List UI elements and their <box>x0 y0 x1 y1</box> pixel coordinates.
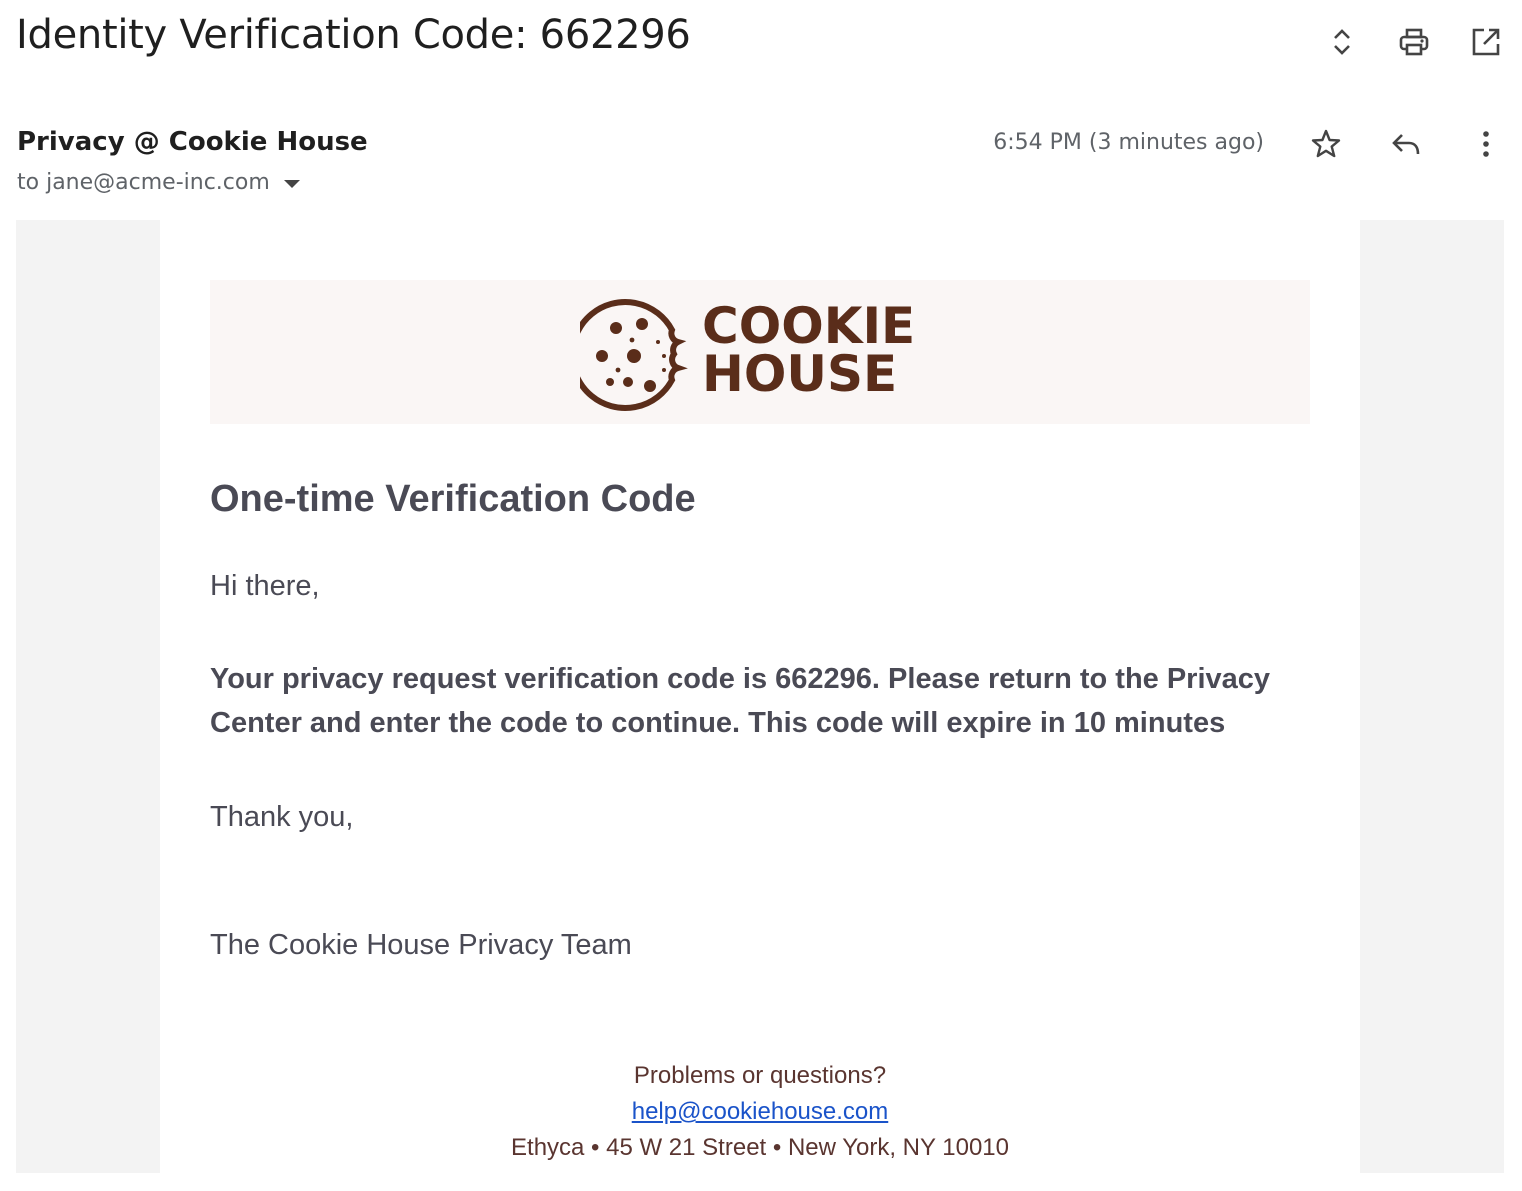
more-options-icon[interactable] <box>1464 122 1508 166</box>
footer-question: Problems or questions? <box>633 1062 887 1089</box>
logo-line-1: COOKIE <box>702 297 916 355</box>
recipient-details-dropdown-icon[interactable] <box>283 180 300 188</box>
brand-banner: COOKIE HOUSE <box>210 280 1310 424</box>
message-actions <box>1304 122 1508 166</box>
email-view: Identity Verification Code: 662296 Priva… <box>0 0 1522 1191</box>
recipient-line: to jane@acme-inc.com <box>17 170 300 195</box>
closing: Thank you, <box>210 801 354 833</box>
email-heading: One-time Verification Code <box>210 478 696 520</box>
reply-icon[interactable] <box>1384 122 1428 166</box>
print-icon[interactable] <box>1392 20 1436 64</box>
email-body-frame: COOKIE HOUSE One-time Verification Code … <box>16 220 1504 1173</box>
support-email-link[interactable]: help@cookiehouse.com <box>632 1098 889 1125</box>
greeting: Hi there, <box>210 570 320 602</box>
footer-address: Ethyca • 45 W 21 Street • New York, NY 1… <box>511 1134 1009 1161</box>
expand-collapse-icon[interactable] <box>1320 20 1364 64</box>
star-icon[interactable] <box>1304 122 1348 166</box>
signature: The Cookie House Privacy Team <box>210 929 632 961</box>
cookie-house-logo: COOKIE HOUSE <box>580 296 920 412</box>
verification-message: Your privacy request verification code i… <box>210 663 1271 739</box>
email-content: COOKIE HOUSE One-time Verification Code … <box>160 220 1360 1173</box>
sender-name[interactable]: Privacy @ Cookie House <box>17 127 368 157</box>
open-in-new-window-icon[interactable] <box>1464 20 1508 64</box>
footer-email-wrap: help@cookiehouse.com <box>160 1098 1360 1126</box>
email-subject: Identity Verification Code: 662296 <box>16 12 691 58</box>
logo-line-2: HOUSE <box>702 345 898 403</box>
recipient-text: to jane@acme-inc.com <box>17 170 270 195</box>
cookie-icon <box>580 299 688 411</box>
logo-wordmark: COOKIE HOUSE <box>702 297 916 403</box>
timestamp: 6:54 PM (3 minutes ago) <box>993 130 1264 155</box>
top-toolbar <box>1320 20 1508 64</box>
